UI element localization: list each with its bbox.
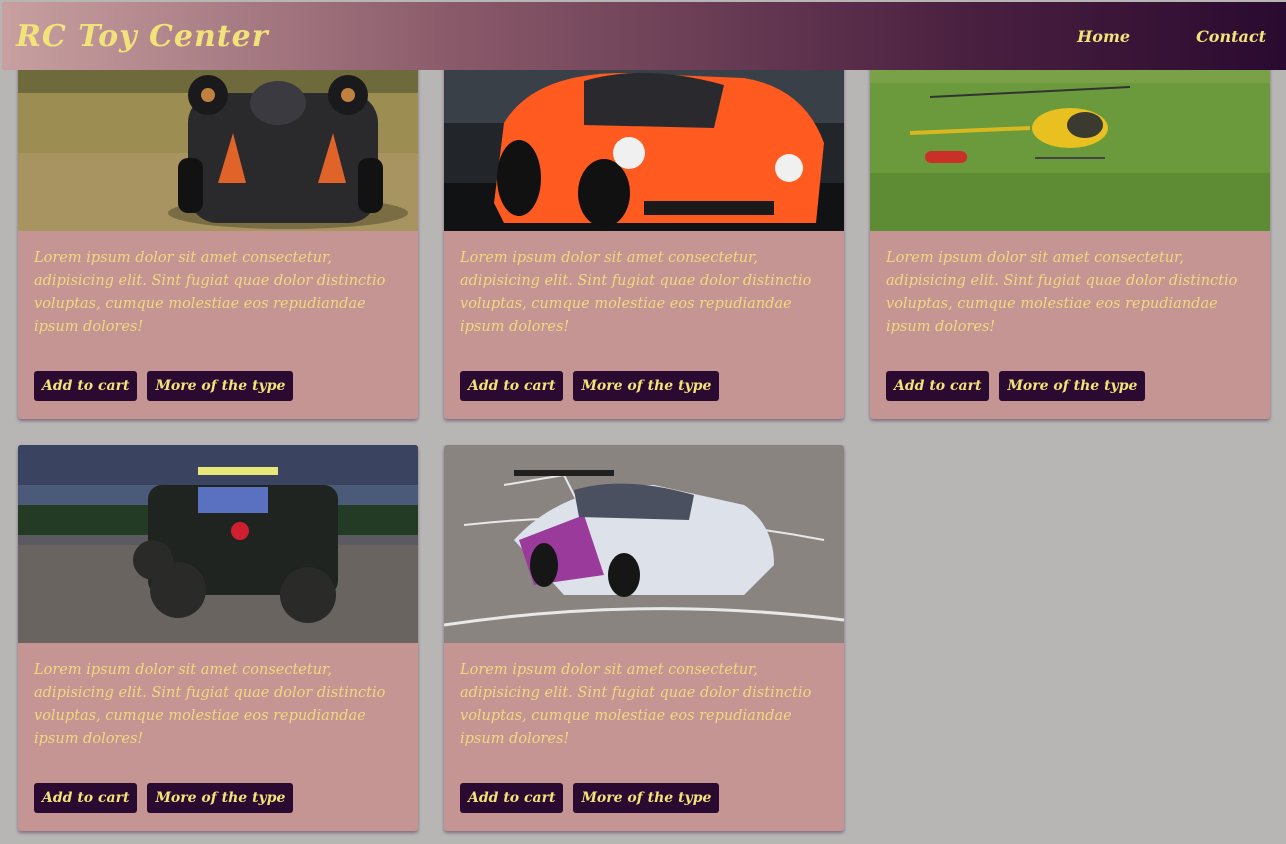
product-card: Lorem ipsum dolor sit amet consectetur, … [870, 33, 1270, 419]
card-body: Lorem ipsum dolor sit amet consectetur, … [870, 231, 1270, 417]
nav-home-link[interactable]: Home [1077, 27, 1130, 46]
card-body: Lorem ipsum dolor sit amet consectetur, … [18, 643, 418, 829]
card-description: Lorem ipsum dolor sit amet consectetur, … [460, 250, 812, 335]
main-nav: Home Contact [1077, 27, 1272, 46]
product-card: Lorem ipsum dolor sit amet consectetur, … [444, 33, 844, 419]
product-image[interactable] [18, 445, 418, 643]
card-body: Lorem ipsum dolor sit amet consectetur, … [444, 231, 844, 417]
top-navbar: RC Toy Center Home Contact [2, 2, 1286, 70]
card-description: Lorem ipsum dolor sit amet consectetur, … [886, 250, 1238, 335]
add-to-cart-button[interactable]: Add to cart [34, 783, 138, 813]
add-to-cart-button[interactable]: Add to cart [460, 783, 564, 813]
product-card: Lorem ipsum dolor sit amet consectetur, … [18, 33, 418, 419]
card-description: Lorem ipsum dolor sit amet consectetur, … [34, 662, 386, 747]
add-to-cart-button[interactable]: Add to cart [460, 371, 564, 401]
card-description: Lorem ipsum dolor sit amet consectetur, … [460, 662, 812, 747]
product-card: Lorem ipsum dolor sit amet consectetur, … [18, 445, 418, 831]
more-of-type-button[interactable]: More of the type [573, 783, 720, 813]
more-of-type-button[interactable]: More of the type [999, 371, 1146, 401]
more-of-type-button[interactable]: More of the type [147, 783, 294, 813]
card-description: Lorem ipsum dolor sit amet consectetur, … [34, 250, 386, 335]
nav-contact-link[interactable]: Contact [1196, 27, 1266, 46]
more-of-type-button[interactable]: More of the type [573, 371, 720, 401]
product-card: Lorem ipsum dolor sit amet consectetur, … [444, 445, 844, 831]
add-to-cart-button[interactable]: Add to cart [886, 371, 990, 401]
card-body: Lorem ipsum dolor sit amet consectetur, … [18, 231, 418, 417]
page: RC Toy Center Home Contact Lorem ipsum d… [0, 0, 1286, 844]
product-image[interactable] [444, 445, 844, 643]
add-to-cart-button[interactable]: Add to cart [34, 371, 138, 401]
more-of-type-button[interactable]: More of the type [147, 371, 294, 401]
card-body: Lorem ipsum dolor sit amet consectetur, … [444, 643, 844, 829]
brand-logo[interactable]: RC Toy Center [16, 19, 269, 54]
